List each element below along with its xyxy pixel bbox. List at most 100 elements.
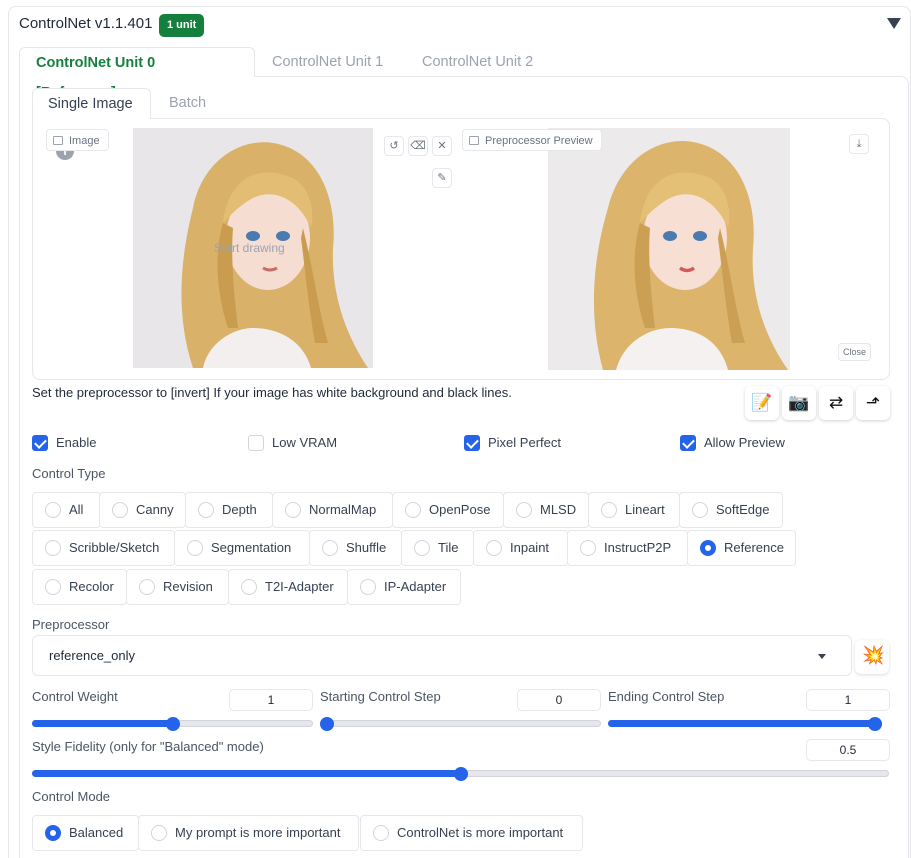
- starting-step-slider[interactable]: [320, 714, 601, 734]
- radio-dot[interactable]: [187, 540, 203, 556]
- run-preprocessor-button[interactable]: 💥: [855, 640, 889, 674]
- style-fidelity-slider[interactable]: [32, 764, 889, 784]
- radio-dot[interactable]: [45, 540, 61, 556]
- edit-icon[interactable]: 📝: [745, 386, 779, 420]
- enable-checkbox[interactable]: Enable: [32, 434, 96, 452]
- control-type-t2i-adapter[interactable]: T2I-Adapter: [228, 569, 348, 605]
- radio-dot[interactable]: [45, 502, 61, 518]
- pixel-perfect-checkbox[interactable]: Pixel Perfect: [464, 434, 561, 452]
- checkbox-label: Pixel Perfect: [488, 435, 561, 450]
- tab-batch[interactable]: Batch: [169, 88, 206, 119]
- slider-handle[interactable]: [165, 717, 180, 731]
- radio-dot[interactable]: [516, 502, 532, 518]
- starting-step-input[interactable]: 0: [517, 689, 601, 711]
- control-type-inpaint[interactable]: Inpaint: [473, 530, 568, 566]
- checkbox-label: Low VRAM: [272, 435, 338, 450]
- close-preview-button[interactable]: Close: [838, 343, 872, 361]
- radio-dot[interactable]: [112, 502, 128, 518]
- control-mode-balanced[interactable]: Balanced: [32, 815, 139, 851]
- radio-label: Scribble/Sketch: [69, 540, 160, 555]
- checkbox-box[interactable]: [680, 435, 696, 451]
- radio-dot[interactable]: [601, 502, 617, 518]
- image-canvas[interactable]: Start drawing i ↺ ⌫ ✕ ✎: [44, 128, 457, 370]
- radio-dot[interactable]: [139, 579, 155, 595]
- tab-single-image[interactable]: Single Image: [32, 88, 151, 119]
- control-type-openpose[interactable]: OpenPose: [392, 492, 504, 528]
- radio-dot[interactable]: [486, 540, 502, 556]
- send-dimensions-icon[interactable]: ⬏: [856, 386, 890, 420]
- radio-label: Reference: [724, 540, 784, 555]
- close-icon[interactable]: ✕: [432, 136, 452, 156]
- radio-dot-selected[interactable]: [700, 540, 716, 556]
- radio-dot[interactable]: [360, 579, 376, 595]
- dropdown-caret-icon[interactable]: [818, 654, 826, 659]
- radio-label: Recolor: [69, 579, 114, 594]
- radio-dot[interactable]: [45, 579, 61, 595]
- slider-handle[interactable]: [453, 767, 468, 781]
- unit-count-badge: 1 unit: [159, 14, 205, 37]
- eraser-icon[interactable]: ⌫: [408, 136, 428, 156]
- control-type-shuffle[interactable]: Shuffle: [309, 530, 402, 566]
- checkbox-label: Enable: [56, 435, 97, 450]
- download-icon[interactable]: ⤓: [849, 134, 869, 154]
- radio-dot[interactable]: [322, 540, 338, 556]
- collapse-caret-icon[interactable]: [887, 18, 901, 29]
- checkbox-box[interactable]: [248, 435, 264, 451]
- control-mode-prompt[interactable]: My prompt is more important: [138, 815, 359, 851]
- checkbox-box[interactable]: [32, 435, 48, 451]
- brush-icon[interactable]: ✎: [432, 168, 452, 188]
- control-type-instructp2p[interactable]: InstructP2P: [567, 530, 688, 566]
- control-type-canny[interactable]: Canny: [99, 492, 186, 528]
- radio-label: OpenPose: [429, 502, 491, 517]
- style-fidelity-input[interactable]: 0.5: [806, 739, 890, 761]
- radio-label: My prompt is more important: [175, 825, 341, 840]
- low-vram-checkbox[interactable]: Low VRAM: [248, 434, 337, 452]
- radio-dot-selected[interactable]: [45, 825, 61, 841]
- control-type-lineart[interactable]: Lineart: [588, 492, 680, 528]
- control-type-recolor[interactable]: Recolor: [32, 569, 127, 605]
- radio-dot[interactable]: [198, 502, 214, 518]
- radio-dot[interactable]: [241, 579, 257, 595]
- image-label: Image: [46, 129, 109, 151]
- allow-preview-checkbox[interactable]: Allow Preview: [680, 434, 785, 452]
- ending-step-slider[interactable]: [608, 714, 882, 734]
- slider-handle[interactable]: [320, 717, 334, 731]
- swap-icon[interactable]: ⇄: [819, 386, 853, 420]
- radio-dot[interactable]: [580, 540, 596, 556]
- slider-handle[interactable]: [868, 717, 882, 731]
- radio-dot[interactable]: [405, 502, 421, 518]
- control-type-depth[interactable]: Depth: [185, 492, 273, 528]
- radio-label: Revision: [163, 579, 213, 594]
- control-type-softedge[interactable]: SoftEdge: [679, 492, 783, 528]
- control-type-reference[interactable]: Reference: [687, 530, 796, 566]
- control-type-mlsd[interactable]: MLSD: [503, 492, 589, 528]
- control-type-revision[interactable]: Revision: [126, 569, 229, 605]
- preprocessor-dropdown[interactable]: reference_only: [32, 635, 852, 676]
- radio-dot[interactable]: [373, 825, 389, 841]
- control-type-scribble[interactable]: Scribble/Sketch: [32, 530, 175, 566]
- control-weight-slider[interactable]: [32, 714, 313, 734]
- radio-dot[interactable]: [692, 502, 708, 518]
- ending-step-input[interactable]: 1: [806, 689, 890, 711]
- radio-dot[interactable]: [414, 540, 430, 556]
- undo-icon[interactable]: ↺: [384, 136, 404, 156]
- radio-dot[interactable]: [285, 502, 301, 518]
- radio-dot[interactable]: [151, 825, 167, 841]
- camera-icon[interactable]: 📷: [782, 386, 816, 420]
- control-type-segmentation[interactable]: Segmentation: [174, 530, 310, 566]
- control-type-normalmap[interactable]: NormalMap: [272, 492, 393, 528]
- control-type-all[interactable]: All: [32, 492, 101, 528]
- checkbox-box[interactable]: [464, 435, 480, 451]
- starting-step-label: Starting Control Step: [320, 689, 441, 704]
- control-mode-controlnet[interactable]: ControlNet is more important: [360, 815, 583, 851]
- accordion-title[interactable]: ControlNet v1.1.401: [19, 15, 152, 32]
- tab-unit-0[interactable]: ControlNet Unit 0 [Reference]: [19, 47, 255, 101]
- control-type-tile[interactable]: Tile: [401, 530, 474, 566]
- tab-unit-1[interactable]: ControlNet Unit 1: [272, 47, 383, 77]
- radio-label: SoftEdge: [716, 502, 770, 517]
- control-weight-input[interactable]: 1: [229, 689, 313, 711]
- control-type-label: Control Type: [32, 466, 106, 481]
- tab-unit-2[interactable]: ControlNet Unit 2: [422, 47, 533, 77]
- control-type-ip-adapter[interactable]: IP-Adapter: [347, 569, 461, 605]
- radio-label: MLSD: [540, 502, 577, 517]
